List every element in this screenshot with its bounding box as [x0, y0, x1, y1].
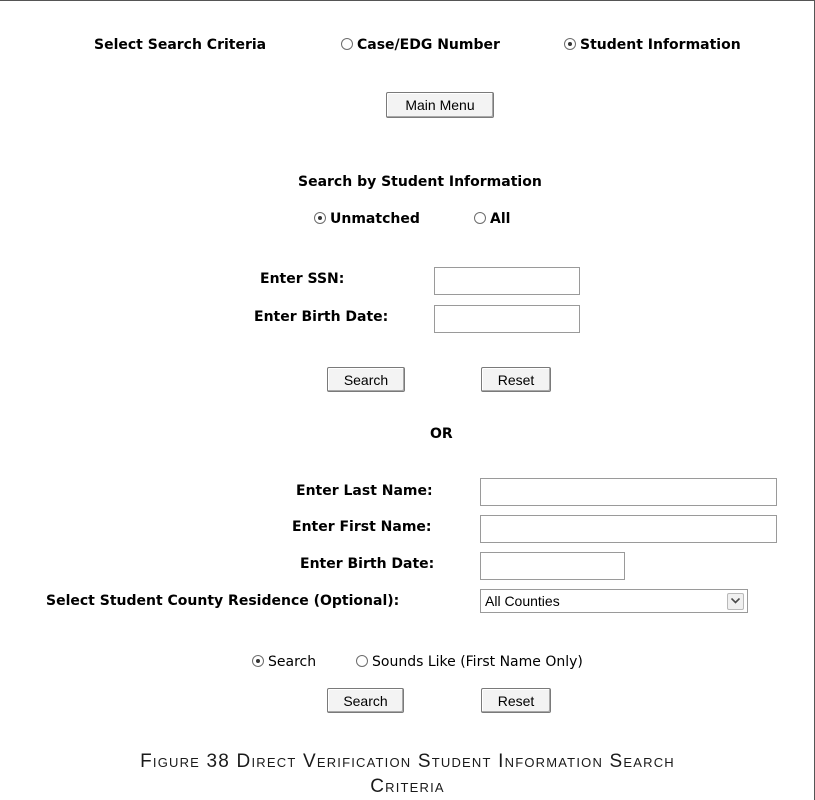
- county-label: Select Student County Residence (Optiona…: [46, 593, 400, 609]
- student-reset-button[interactable]: Reset: [481, 367, 551, 392]
- search-criteria-label: Select Search Criteria: [94, 37, 267, 53]
- radio-sounds-like-icon: [356, 655, 368, 667]
- radio-student-information[interactable]: Student Information: [564, 37, 741, 53]
- radio-all[interactable]: All: [474, 211, 510, 227]
- radio-unmatched-icon: [314, 212, 326, 224]
- radio-case-edg-icon: [341, 38, 353, 50]
- county-selected-value: All Counties: [485, 593, 560, 609]
- radio-search-mode-icon: [252, 655, 264, 667]
- first-name-label: Enter First Name:: [292, 519, 432, 535]
- birth-date-input[interactable]: [434, 305, 580, 333]
- screenshot-frame: [0, 0, 815, 800]
- last-name-input[interactable]: [480, 478, 777, 506]
- radio-search-mode[interactable]: Search: [252, 654, 316, 670]
- student-search-button[interactable]: Search: [327, 367, 405, 392]
- radio-case-edg-number[interactable]: Case/EDG Number: [341, 37, 500, 53]
- figure-caption-line2: Criteria: [370, 776, 445, 797]
- chevron-down-icon[interactable]: [727, 592, 744, 610]
- name-birth-date-input[interactable]: [480, 552, 625, 580]
- radio-search-mode-label: Search: [268, 654, 317, 670]
- county-select[interactable]: All Counties: [480, 589, 748, 613]
- figure-caption-line1: Figure 38 Direct Verification Student In…: [140, 751, 675, 772]
- ssn-label: Enter SSN:: [260, 271, 345, 287]
- radio-unmatched-label: Unmatched: [330, 211, 420, 227]
- radio-all-icon: [474, 212, 486, 224]
- radio-student-info-label: Student Information: [580, 37, 741, 53]
- radio-sounds-like-label: Sounds Like (First Name Only): [372, 654, 583, 670]
- ssn-input[interactable]: [434, 267, 580, 295]
- section-heading-student-info: Search by Student Information: [298, 174, 542, 190]
- first-name-input[interactable]: [480, 515, 777, 543]
- or-divider: OR: [430, 426, 453, 442]
- name-search-button[interactable]: Search: [327, 688, 404, 713]
- name-reset-button[interactable]: Reset: [481, 688, 551, 713]
- radio-case-edg-label: Case/EDG Number: [357, 37, 500, 53]
- radio-unmatched[interactable]: Unmatched: [314, 211, 420, 227]
- radio-all-label: All: [490, 211, 511, 227]
- radio-sounds-like[interactable]: Sounds Like (First Name Only): [356, 654, 583, 670]
- name-birth-date-label: Enter Birth Date:: [300, 556, 435, 572]
- radio-student-info-icon: [564, 38, 576, 50]
- birth-date-label: Enter Birth Date:: [254, 309, 389, 325]
- last-name-label: Enter Last Name:: [296, 483, 433, 499]
- main-menu-button[interactable]: Main Menu: [386, 92, 494, 118]
